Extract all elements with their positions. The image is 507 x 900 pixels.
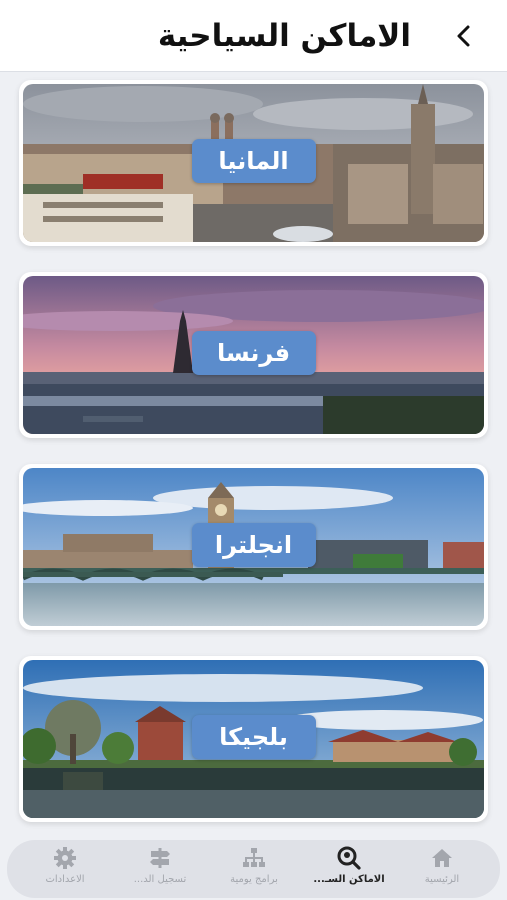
signpost-icon — [148, 846, 172, 870]
tab-label: الاعدادات — [45, 874, 85, 885]
destination-label: بلجيكا — [191, 715, 316, 759]
tab-registration[interactable]: تسجيل الد... — [112, 846, 208, 894]
page-title: الاماكن السياحية — [157, 18, 411, 54]
tab-home[interactable]: الرئيسية — [394, 846, 490, 894]
tab-label: برامج يومية — [230, 874, 278, 885]
app-header: الاماكن السياحية — [0, 0, 507, 72]
destination-label: فرنسا — [191, 331, 316, 375]
bottom-tab-bar: الرئيسية الاماكن السـ... برامج يومية تسج… — [7, 840, 500, 898]
sitemap-icon — [242, 846, 266, 870]
france-image: فرنسا — [23, 276, 484, 434]
tab-label: الاماكن السـ... — [313, 874, 385, 885]
destination-card-france[interactable]: فرنسا — [19, 272, 488, 438]
tab-label: الرئيسية — [424, 874, 460, 885]
destination-label: انجلترا — [191, 523, 316, 567]
place-search-icon — [337, 846, 361, 870]
destination-card-germany[interactable]: المانيا — [19, 80, 488, 246]
england-image: انجلترا — [23, 468, 484, 626]
tab-daily-programs[interactable]: برامج يومية — [206, 846, 302, 894]
tab-tourist-places[interactable]: الاماكن السـ... — [301, 846, 397, 894]
destination-card-england[interactable]: انجلترا — [19, 464, 488, 630]
home-icon — [430, 846, 454, 870]
belgium-image: بلجيكا — [23, 660, 484, 818]
back-button[interactable] — [448, 20, 480, 52]
gear-icon — [53, 846, 77, 870]
destination-label: المانيا — [191, 139, 316, 183]
destination-card-belgium[interactable]: بلجيكا — [19, 656, 488, 822]
germany-image: المانيا — [23, 84, 484, 242]
tab-label: تسجيل الد... — [133, 874, 187, 885]
tab-settings[interactable]: الاعدادات — [17, 846, 113, 894]
chevron-left-icon — [457, 25, 470, 47]
